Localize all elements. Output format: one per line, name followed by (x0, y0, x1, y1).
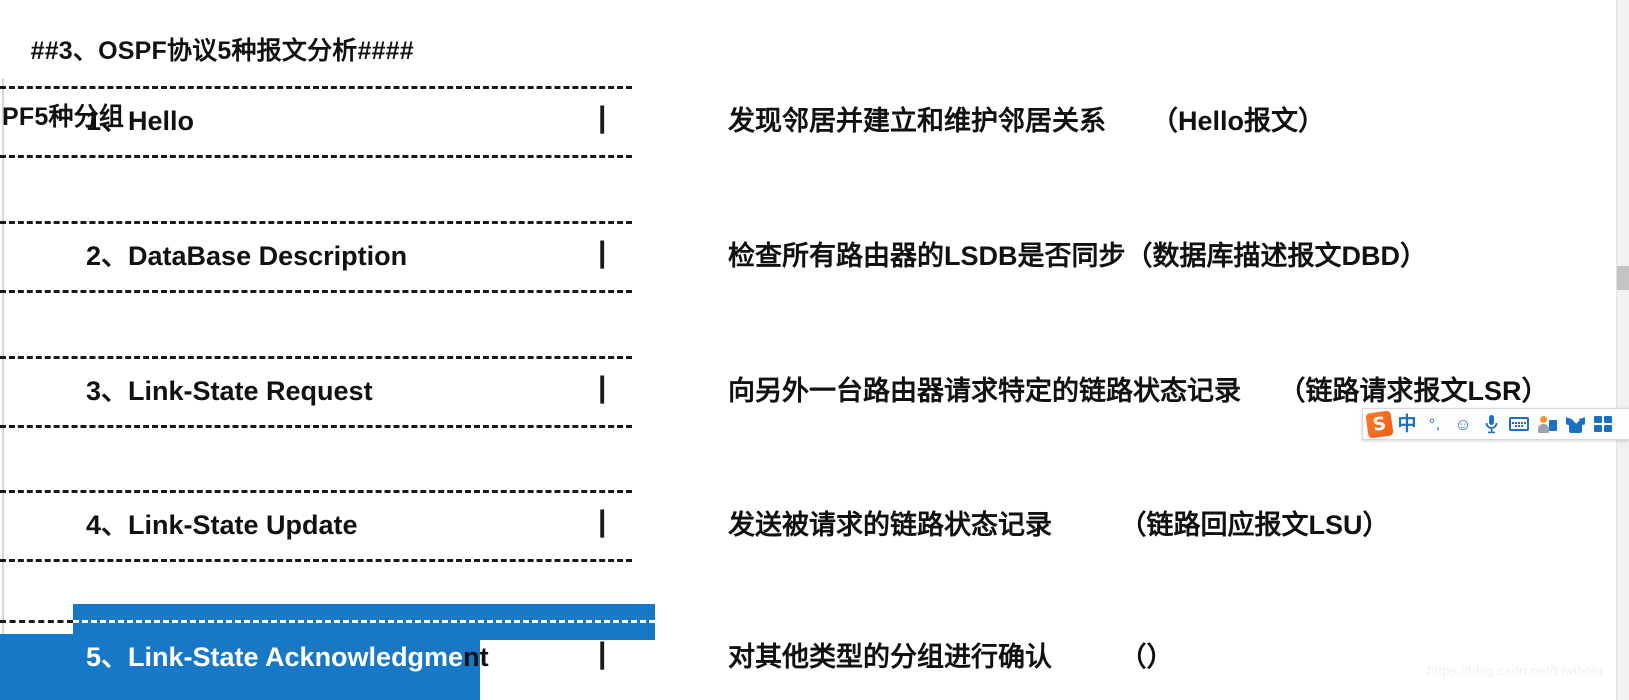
row-5-left: 5、Link-State Acknowledgment (86, 640, 489, 674)
vertical-scroll-thumb[interactable] (1617, 266, 1629, 290)
grid-icon (1594, 416, 1612, 432)
row-rule-top-4 (0, 490, 632, 493)
row-3-right: 向另外一台路由器请求特定的链路状态记录 （链路请求报文LSR） (728, 376, 1549, 406)
row-1-separator: | (598, 101, 607, 134)
heading-line-1: ##3、OSPF协议5种报文分析#### (30, 37, 414, 65)
ime-emoji-glyph: ☺ (1454, 414, 1472, 434)
row-2-right: 检查所有路由器的LSDB是否同步（数据库描述报文DBD） (728, 241, 1427, 271)
row-1-left: 1、Hello (86, 106, 195, 136)
ime-skin-icon[interactable] (1561, 410, 1589, 438)
row-rule-bottom-2 (0, 290, 632, 293)
row-rule-bottom-4 (0, 559, 632, 562)
ime-account-icon[interactable] (1533, 410, 1561, 438)
row-4-left: 4、Link-State Update (86, 510, 358, 540)
ime-voice-input-icon[interactable] (1477, 410, 1505, 438)
row-rule-top-5-left (0, 620, 73, 623)
sogou-logo-icon[interactable]: S (1364, 409, 1394, 439)
row-1-right: 发现邻居并建立和维护邻居关系 （Hello报文） (728, 106, 1326, 136)
user-account-icon (1537, 415, 1557, 433)
row-4-right: 发送被请求的链路状态记录 （链路回应报文LSU） (728, 510, 1390, 540)
sogou-ime-toolbar[interactable]: S 中 °, ☺ (1362, 408, 1629, 440)
row-5-right: 对其他类型的分组进行确认 （） (728, 642, 1174, 672)
row-rule-bottom-3 (0, 425, 632, 428)
watermark: https://blog.csdn.net/Liwlbolu (1427, 663, 1603, 678)
shirt-icon (1565, 415, 1585, 433)
ime-language-mode-label: 中 (1397, 413, 1417, 435)
microphone-icon (1485, 415, 1497, 434)
keyboard-icon (1509, 417, 1529, 431)
ime-soft-keyboard-icon[interactable] (1505, 410, 1533, 438)
row-3-left: 3、Link-State Request (86, 376, 373, 406)
row-2-separator: | (598, 236, 607, 269)
row-rule-top-5-selected (73, 620, 655, 623)
row-5-left-unselected: nt (463, 642, 489, 672)
ime-toolbox-icon[interactable] (1589, 410, 1617, 438)
row-3-separator: | (598, 371, 607, 404)
document-page: ##3、OSPF协议5种报文分析#### PF5种分组 1、Hello | 发现… (0, 0, 1617, 700)
row-rule-top-1 (0, 86, 632, 89)
row-5-separator: | (598, 637, 607, 670)
row-2-left: 2、DataBase Description (86, 241, 408, 271)
row-5-left-selected: 5、Link-State Acknowledgme (86, 642, 464, 672)
ime-punctuation-icon[interactable]: °, (1421, 410, 1449, 438)
row-rule-top-3 (0, 356, 632, 359)
row-rule-top-2 (0, 221, 632, 224)
ime-punctuation-label: °, (1428, 415, 1442, 433)
ime-language-mode-icon[interactable]: 中 (1393, 410, 1421, 438)
ime-emoji-icon[interactable]: ☺ (1449, 410, 1477, 438)
vertical-scrollbar[interactable] (1616, 0, 1629, 700)
row-4-separator: | (598, 505, 607, 538)
sogou-logo-glyph: S (1364, 409, 1394, 439)
page-title: ##3、OSPF协议5种报文分析#### PF5种分组 (2, 2, 762, 200)
row-rule-bottom-1 (0, 155, 632, 158)
